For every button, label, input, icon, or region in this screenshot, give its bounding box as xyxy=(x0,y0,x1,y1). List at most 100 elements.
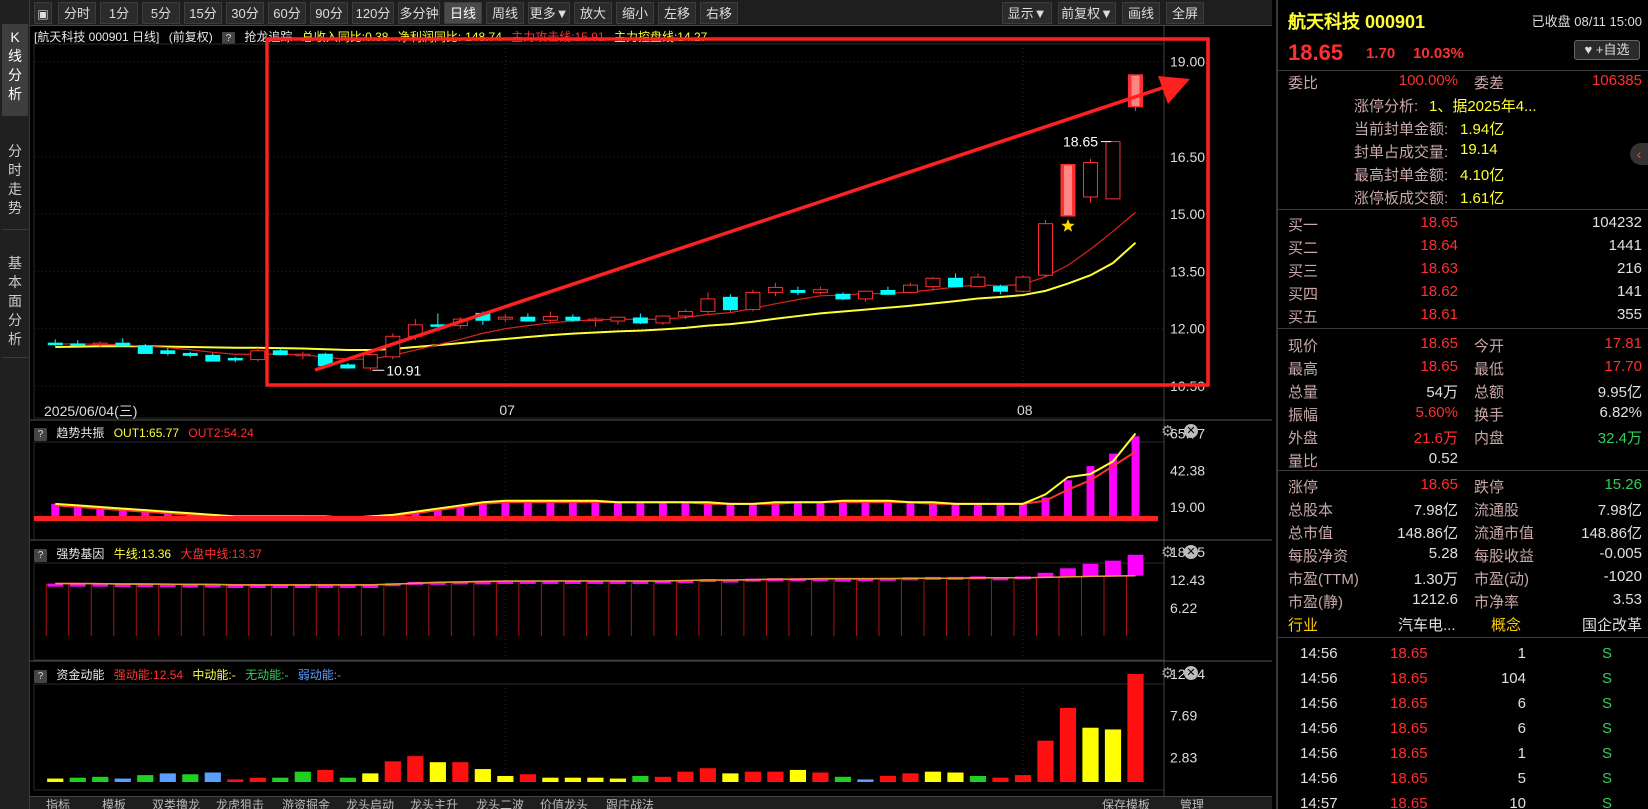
bottom-tab-5[interactable]: 龙头启动 xyxy=(346,797,394,809)
stat-value: 5.60% xyxy=(1415,404,1458,421)
trend-bar xyxy=(951,503,960,518)
close-icon[interactable]: ✕ xyxy=(1184,666,1198,680)
stat-value: 7.98亿 xyxy=(1597,502,1642,519)
gear-icon[interactable]: ⚙ xyxy=(1161,424,1174,439)
close-icon[interactable]: ✕ xyxy=(1184,545,1198,559)
weicha-value: 106385 xyxy=(1591,72,1642,89)
candle-body xyxy=(250,350,266,361)
bottom-tab-4[interactable]: 游资掘金 xyxy=(282,797,330,809)
trend-bar xyxy=(996,503,1005,518)
money-bar xyxy=(1014,775,1032,782)
tick-time: 14:56 xyxy=(1300,645,1338,662)
money-bar xyxy=(294,771,311,782)
candle-body xyxy=(70,343,86,346)
trend-y-tick: 42.38 xyxy=(1170,462,1205,478)
close-icon[interactable]: ✕ xyxy=(1184,424,1198,438)
bottom-tab-7[interactable]: 龙头二波 xyxy=(476,797,524,809)
bid-volume: 216 xyxy=(1616,260,1642,277)
money-bar xyxy=(114,778,131,782)
money-bar xyxy=(564,777,581,782)
bottom-tab-0[interactable]: 指标 xyxy=(46,797,70,809)
money-panel-label: ? 资金动能 强动能:12.54 中动能:- 无动能:- 弱动能:- xyxy=(34,666,347,683)
stat-label: 最高 xyxy=(1288,361,1319,378)
limit-item-value: 1.61亿 xyxy=(1460,190,1505,207)
gear-icon[interactable]: ⚙ xyxy=(1161,545,1174,560)
limit-analysis-row: 涨停板成交额: 1.61亿 xyxy=(1278,185,1648,208)
tick-volume: 5 xyxy=(1517,770,1526,787)
tick-price: 18.65 xyxy=(1390,695,1428,712)
help-icon[interactable]: ? xyxy=(34,670,47,683)
gear-icon[interactable]: ⚙ xyxy=(1161,666,1174,681)
panel-frame-3 xyxy=(33,683,1165,791)
bottom-tab-9[interactable]: 跟庄战法 xyxy=(606,797,654,809)
limit-item-value: 19.14 xyxy=(1460,141,1498,158)
money-bar xyxy=(969,775,987,782)
stat-label: 外盘 xyxy=(1288,430,1319,447)
money-bar xyxy=(159,773,176,782)
stat-label: 市盈(动) xyxy=(1474,571,1529,588)
tick-volume: 6 xyxy=(1517,720,1526,737)
stat-value: 9.95亿 xyxy=(1597,384,1642,401)
stat-value: 1212.6 xyxy=(1412,591,1458,608)
tab-fundamental-analysis[interactable]: 基本面分析 xyxy=(2,250,28,358)
money-bar xyxy=(947,772,964,782)
stat-label: 流通市值 xyxy=(1474,525,1535,542)
stat-label: 市盈(TTM) xyxy=(1288,571,1359,588)
money-bar xyxy=(227,779,244,782)
y-tick-label: 19.00 xyxy=(1170,53,1205,69)
money-bar xyxy=(1059,707,1077,782)
tab-kline-analysis[interactable]: K线分析 xyxy=(2,24,28,116)
stat-row: 振幅 5.60% 换手 6.82% xyxy=(1278,402,1648,425)
tab-intraday-trend[interactable]: 分时走势 xyxy=(2,138,28,230)
add-favorite-button[interactable]: ♥ +自选 xyxy=(1574,40,1640,60)
bottom-tab-1[interactable]: 模板 xyxy=(102,797,126,809)
bottom-tab-6[interactable]: 龙头主升 xyxy=(410,797,458,809)
stat-label: 总量 xyxy=(1288,384,1319,401)
y-tick-label: 16.50 xyxy=(1170,149,1205,165)
stat-value: -1020 xyxy=(1603,568,1642,585)
bid-row: 买二 18.64 1441 xyxy=(1278,235,1648,258)
market-mid-line: 大盘中线:13.37 xyxy=(180,547,262,561)
trend-panel-label: ? 趋势共振 OUT1:65.77 OUT2:54.24 xyxy=(34,424,260,441)
help-icon[interactable]: ? xyxy=(34,428,47,441)
bid-label: 买三 xyxy=(1288,263,1319,280)
help-icon[interactable]: ? xyxy=(34,549,47,562)
stat-row: 外盘 21.6万 内盘 32.4万 xyxy=(1278,425,1648,448)
trend-panel-name: 趋势共振 xyxy=(56,426,105,440)
quote-panel: 航天科技 000901 已收盘 08/11 15:00 18.65 1.70 1… xyxy=(1276,0,1648,809)
add-favorite-label: +自选 xyxy=(1595,42,1630,57)
stat-value: 6.82% xyxy=(1599,404,1642,421)
weicha-label: 委差 xyxy=(1474,75,1505,92)
money-bar xyxy=(699,768,717,782)
trend-bar xyxy=(1064,480,1072,518)
money-bar xyxy=(857,779,874,782)
bottom-tab-2[interactable]: 双类撸龙 xyxy=(152,797,200,809)
money-bar xyxy=(632,775,649,782)
stat-value: 5.28 xyxy=(1428,545,1458,562)
limit-analysis-row: 封单占成交量: 19.14 xyxy=(1278,139,1648,162)
candle-body xyxy=(925,277,941,288)
price-change-pct: 10.03% xyxy=(1413,45,1464,62)
candle-body xyxy=(1015,276,1031,292)
candle-body xyxy=(272,350,288,356)
bid-price: 18.65 xyxy=(1420,214,1458,231)
tick-side: S xyxy=(1601,745,1612,762)
money-bar xyxy=(182,774,199,782)
stat-label: 每股收益 xyxy=(1474,548,1535,565)
tick-price: 18.65 xyxy=(1390,645,1428,662)
candle-body xyxy=(947,277,963,288)
bottom-tab-3[interactable]: 龙虎狙击 xyxy=(216,797,264,809)
stat-row: 市盈(静) 1212.6 市净率 3.53 xyxy=(1278,589,1648,612)
trend-bar xyxy=(884,500,892,518)
bottom-tab-11[interactable]: 管理 xyxy=(1180,797,1204,809)
stat-label: 流通股 xyxy=(1474,502,1520,519)
weak-energy: 弱动能:- xyxy=(297,668,342,682)
bottom-tab-10[interactable]: 保存模板 xyxy=(1102,797,1150,809)
bid-price: 18.62 xyxy=(1420,283,1458,300)
money-bar xyxy=(767,771,784,782)
candle-body xyxy=(970,276,986,288)
candle-body xyxy=(227,357,243,361)
industry-row: 行业 汽车电... 概念 国企改革 xyxy=(1278,612,1648,635)
concept-value: 国企改革 xyxy=(1581,617,1642,634)
bottom-tab-8[interactable]: 价值龙头 xyxy=(540,797,588,809)
